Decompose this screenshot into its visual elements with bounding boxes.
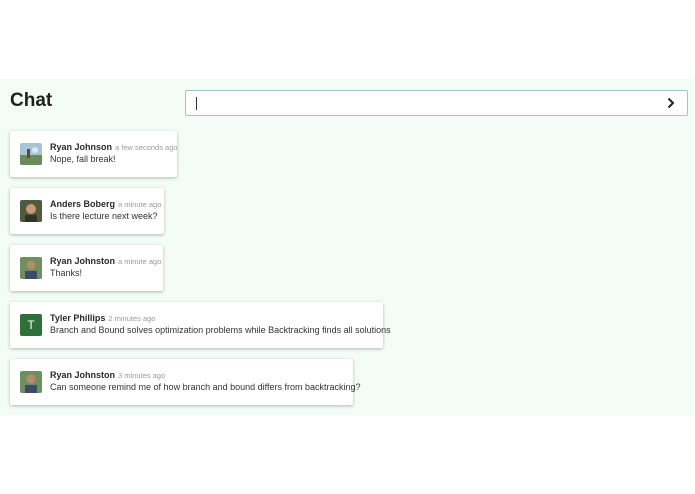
message-card: Ryan Johnson a few seconds ago Nope, fall… bbox=[10, 131, 178, 177]
person-photo-icon bbox=[20, 200, 42, 222]
person-photo-icon bbox=[20, 257, 42, 279]
message-input[interactable] bbox=[185, 90, 688, 116]
message-text: Can someone remind me of how branch and … bbox=[50, 382, 361, 392]
landscape-photo-icon bbox=[20, 143, 42, 165]
message-text: Is there lecture next week? bbox=[50, 211, 158, 221]
message-timestamp: 2 minutes ago bbox=[108, 314, 156, 323]
message-card: Ryan Johnston 3 minutes ago Can someone r… bbox=[10, 359, 361, 405]
message-text: Nope, fall break! bbox=[50, 154, 116, 164]
message-text: Thanks! bbox=[50, 268, 83, 278]
message-text: Branch and Bound solves optimization pro… bbox=[50, 325, 391, 335]
message-timestamp: a minute ago bbox=[118, 200, 162, 209]
message-author: Ryan Johnston bbox=[50, 256, 116, 266]
message-author: Tyler Phillips bbox=[50, 313, 106, 323]
message-card: Ryan Johnston a minute ago Thanks! bbox=[10, 245, 163, 291]
avatar: T bbox=[20, 314, 42, 336]
person-photo-icon bbox=[20, 371, 42, 393]
message-author: Ryan Johnston bbox=[50, 370, 116, 380]
page-title: Chat bbox=[10, 90, 53, 111]
message-author: Anders Boberg bbox=[50, 199, 116, 209]
send-button[interactable] bbox=[663, 94, 679, 112]
message-timestamp: a few seconds ago bbox=[115, 143, 178, 152]
avatar bbox=[20, 371, 42, 393]
avatar bbox=[20, 257, 42, 279]
message-card: T Tyler Phillips 2 minutes ago Branch and… bbox=[10, 302, 391, 348]
avatar bbox=[20, 143, 42, 165]
text-cursor bbox=[196, 97, 197, 110]
message-timestamp: a minute ago bbox=[118, 257, 162, 266]
message-author: Ryan Johnson bbox=[50, 142, 113, 152]
chevron-right-icon bbox=[667, 97, 675, 109]
avatar bbox=[20, 200, 42, 222]
message-timestamp: 3 minutes ago bbox=[118, 371, 166, 380]
message-card: Anders Boberg a minute ago Is there lectu… bbox=[10, 188, 164, 234]
